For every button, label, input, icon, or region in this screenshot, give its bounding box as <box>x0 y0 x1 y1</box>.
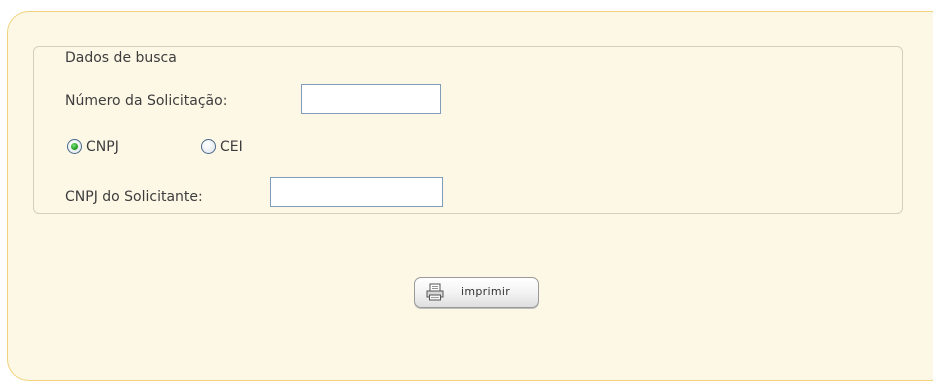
request-number-input[interactable] <box>301 84 441 114</box>
print-button[interactable]: imprimir <box>414 277 539 308</box>
radio-selected-dot <box>71 143 78 150</box>
print-button-label: imprimir <box>461 285 511 298</box>
requester-cnpj-label: CNPJ do Solicitante: <box>65 189 203 205</box>
printer-icon <box>426 283 444 301</box>
request-number-label: Número da Solicitação: <box>65 93 228 109</box>
radio-cei[interactable] <box>201 139 216 154</box>
fieldset-legend: Dados de busca <box>62 49 180 67</box>
requester-cnpj-input[interactable] <box>270 177 443 207</box>
radio-cnpj[interactable] <box>67 139 82 154</box>
radio-cnpj-label[interactable]: CNPJ <box>86 138 119 156</box>
radio-cei-label[interactable]: CEI <box>220 138 243 156</box>
